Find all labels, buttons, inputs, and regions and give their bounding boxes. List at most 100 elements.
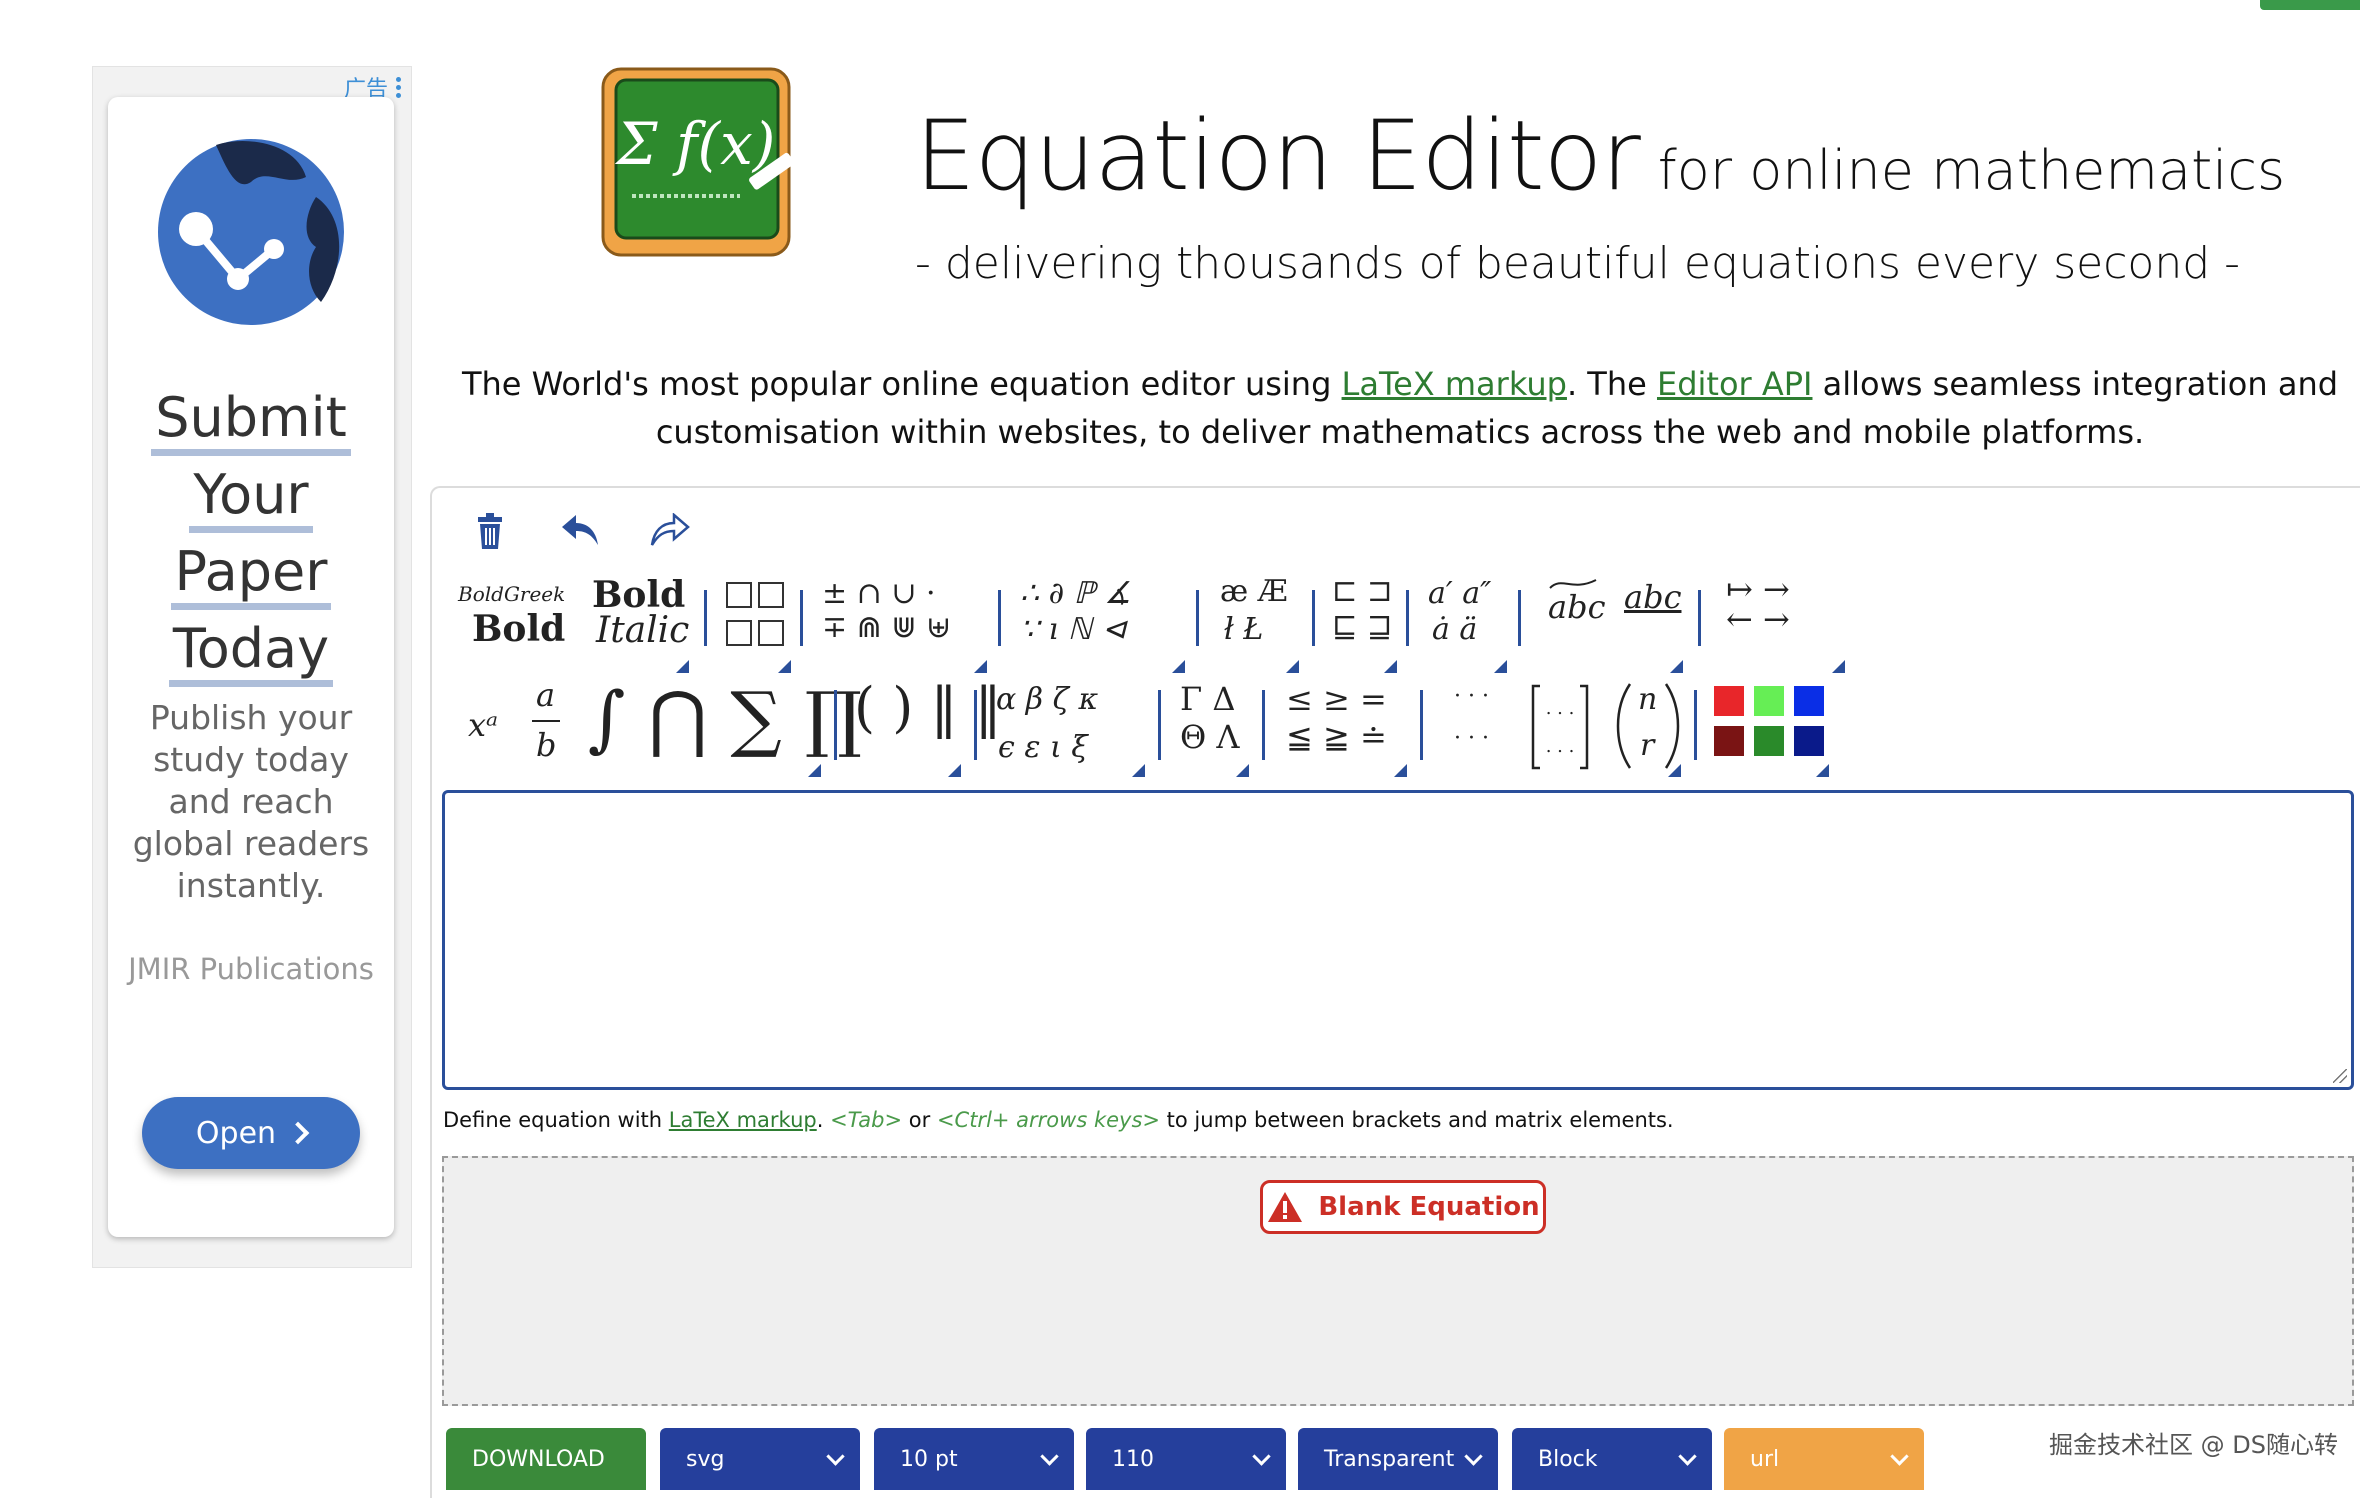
dropdown-corner-icon[interactable] <box>1394 764 1407 777</box>
download-button[interactable]: DOWNLOAD <box>446 1428 646 1490</box>
dropdown-corner-icon[interactable] <box>1816 764 1829 777</box>
output-select[interactable]: url <box>1724 1428 1924 1490</box>
brackets-button[interactable]: ( ) ‖ ‖ <box>854 676 1002 739</box>
relations-top[interactable]: ≤ ≥ = <box>1286 680 1387 718</box>
big-operators[interactable]: ∫ ⋂ ∑ ∏ <box>588 676 862 760</box>
greek-lower-bottom[interactable]: ϵ ε ι ξ <box>998 730 1088 765</box>
dropdown-corner-icon[interactable] <box>676 660 689 673</box>
undo-icon[interactable] <box>560 513 600 547</box>
dropdown-corner-icon[interactable] <box>1172 660 1185 673</box>
dropdown-corner-icon[interactable] <box>1286 660 1299 673</box>
logo-formula: Σ f(x) <box>615 110 776 178</box>
color-swatch[interactable] <box>1794 726 1824 756</box>
greek-upper-top[interactable]: Γ Δ <box>1180 680 1235 718</box>
color-swatch[interactable] <box>1754 686 1784 716</box>
color-swatch[interactable] <box>1754 726 1784 756</box>
underline-button[interactable]: abc <box>1624 578 1681 616</box>
matrix-icon[interactable]: . . . . . . <box>1530 684 1590 770</box>
watermark: 掘金技术社区 @ DS随心转 <box>2049 1431 2338 1459</box>
dropdown-corner-icon[interactable] <box>974 660 987 673</box>
title-main: Equation Editor <box>915 100 1641 212</box>
editor-api-link[interactable]: Editor API <box>1657 365 1813 403</box>
logic-symbols-bottom[interactable]: ∵ ı ℕ ⊲ <box>1020 612 1126 647</box>
toolbar-separator <box>800 590 803 646</box>
hint-latex-link[interactable]: LaTeX markup <box>669 1108 817 1132</box>
equation-input[interactable] <box>442 790 2354 1090</box>
ad-open-button[interactable]: Open <box>142 1097 360 1169</box>
dropdown-corner-icon[interactable] <box>1236 764 1249 777</box>
ad-headline-line: Your <box>189 464 313 533</box>
color-swatch[interactable] <box>1794 686 1824 716</box>
operators-row-top[interactable]: ± ∩ ∪ · <box>822 576 936 611</box>
ad-card[interactable]: Submit Your Paper Today Publish your stu… <box>108 97 394 1237</box>
greek-lower-top[interactable]: α β ζ κ <box>996 682 1098 717</box>
dots-bottom[interactable]: · · · <box>1454 726 1489 751</box>
background-select[interactable]: Transparent <box>1298 1428 1498 1490</box>
arrows-bottom[interactable]: ← → <box>1726 600 1790 638</box>
subset-bottom[interactable]: ⊑ ⊒ <box>1332 610 1392 645</box>
box-template-icon[interactable] <box>758 582 784 608</box>
toolbar-separator <box>1312 590 1315 646</box>
hint-text: to jump between brackets and matrix elem… <box>1160 1108 1674 1132</box>
color-swatch[interactable] <box>1714 686 1744 716</box>
subset-top[interactable]: ⊏ ⊐ <box>1332 574 1392 609</box>
fraction-numerator[interactable]: a <box>536 676 555 714</box>
greek-upper-bottom[interactable]: Θ Λ <box>1180 718 1240 756</box>
dropdown-corner-icon[interactable] <box>778 660 791 673</box>
box-template-icon[interactable] <box>758 620 784 646</box>
bold-italic-button-italic[interactable]: Italic <box>596 610 689 651</box>
toolbar-separator <box>1158 690 1161 760</box>
dots-top[interactable]: · · · <box>1454 684 1489 709</box>
font-size-value: 10 pt <box>900 1446 958 1472</box>
equation-preview: Blank Equation <box>442 1156 2354 1406</box>
resize-handle[interactable] <box>2333 1069 2347 1083</box>
toolbar-separator <box>974 690 977 760</box>
box-template-icon[interactable] <box>726 582 752 608</box>
chevron-down-icon <box>1040 1447 1059 1466</box>
dropdown-corner-icon[interactable] <box>808 764 821 777</box>
blank-equation-text: Blank Equation <box>1318 1192 1540 1222</box>
ad-open-label: Open <box>195 1115 277 1151</box>
toolbar-separator <box>834 690 837 760</box>
logic-symbols-top[interactable]: ∴ ∂ ℙ ∡ <box>1020 576 1131 611</box>
dropdown-corner-icon[interactable] <box>1494 660 1507 673</box>
widetilde-button[interactable]: abc <box>1548 588 1605 626</box>
intro-text: . The <box>1566 365 1657 403</box>
dropdown-corner-icon[interactable] <box>1132 764 1145 777</box>
more-options-icon[interactable] <box>396 76 401 98</box>
relations-bottom[interactable]: ≦ ≧ ≐ <box>1286 718 1387 756</box>
dpi-select[interactable]: 110 <box>1086 1428 1286 1490</box>
box-template-icon[interactable] <box>726 620 752 646</box>
bold-button[interactable]: Bold <box>472 608 565 650</box>
font-size-select[interactable]: 10 pt <box>874 1428 1074 1490</box>
prime-bottom[interactable]: ȧ ä <box>1432 612 1477 647</box>
ad-container: 广告 Submit Your Paper Today Publish your … <box>92 66 412 1268</box>
color-swatch[interactable] <box>1714 726 1744 756</box>
bold-greek-button[interactable]: BoldGreek <box>458 582 565 606</box>
power-button[interactable]: xᵃ <box>468 706 498 744</box>
ligature-top[interactable]: æ Æ <box>1220 574 1288 609</box>
latex-markup-link[interactable]: LaTeX markup <box>1342 365 1567 403</box>
format-select[interactable]: svg <box>660 1428 860 1490</box>
display-select[interactable]: Block <box>1512 1428 1712 1490</box>
equation-editor-logo[interactable]: Σ f(x) <box>600 66 792 258</box>
operators-row-bottom[interactable]: ∓ ⋒ ⋓ ⊎ <box>822 610 951 645</box>
dropdown-corner-icon[interactable] <box>1384 660 1397 673</box>
ligature-bottom[interactable]: ł Ł <box>1224 612 1263 647</box>
chevron-down-icon <box>826 1447 845 1466</box>
ad-brand: JMIR Publications <box>128 952 374 986</box>
trash-icon[interactable] <box>474 513 506 551</box>
prime-top[interactable]: a′ a″ <box>1428 576 1491 611</box>
hint-text: . <box>816 1108 831 1132</box>
hint-tab-key: <Tab> <box>830 1108 903 1132</box>
dropdown-corner-icon[interactable] <box>948 764 961 777</box>
ad-headline: Submit Your Paper Today <box>108 387 394 695</box>
chevron-down-icon <box>1464 1447 1483 1466</box>
ad-headline-line: Submit <box>151 387 351 456</box>
fraction-denominator[interactable]: b <box>536 726 556 764</box>
redo-icon[interactable] <box>650 513 690 547</box>
dropdown-corner-icon[interactable] <box>1832 660 1845 673</box>
dropdown-corner-icon[interactable] <box>1668 764 1681 777</box>
tagline: - delivering thousands of beautiful equa… <box>915 238 2241 289</box>
dropdown-corner-icon[interactable] <box>1670 660 1683 673</box>
